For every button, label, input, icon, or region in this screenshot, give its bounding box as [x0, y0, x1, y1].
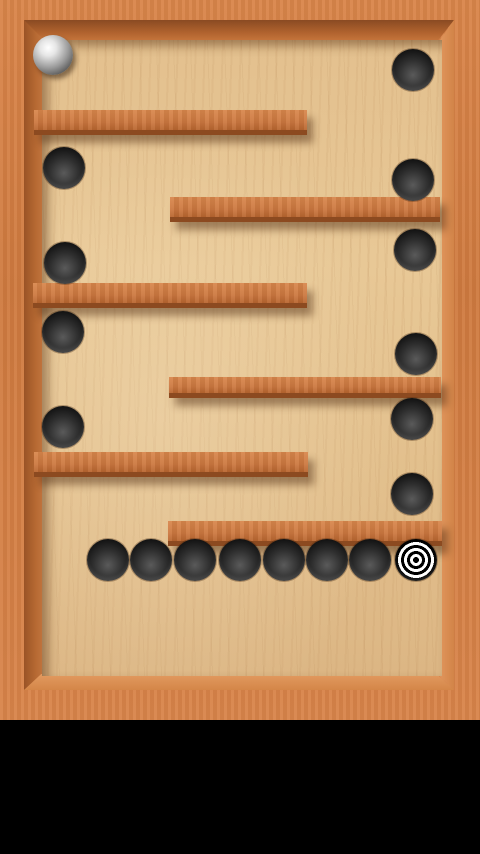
game-area[interactable] — [0, 0, 480, 720]
maze-wall — [34, 452, 308, 477]
hole — [394, 229, 436, 271]
hole — [174, 539, 216, 581]
frame-top-edge — [24, 20, 454, 42]
hole — [392, 49, 434, 91]
maze-board[interactable] — [33, 35, 442, 676]
hole — [130, 539, 172, 581]
hole — [42, 406, 84, 448]
maze-wall — [168, 521, 442, 546]
hole — [391, 473, 433, 515]
frame-bottom-edge — [24, 674, 454, 690]
maze-wall — [170, 197, 440, 222]
hole — [219, 539, 261, 581]
frame-right-edge — [440, 20, 454, 690]
hole — [43, 147, 85, 189]
maze-wall — [34, 110, 307, 135]
hole — [306, 539, 348, 581]
hole — [44, 242, 86, 284]
hole — [391, 398, 433, 440]
hole — [87, 539, 129, 581]
silver-ball[interactable] — [33, 35, 73, 75]
hole — [395, 333, 437, 375]
hole — [392, 159, 434, 201]
goal-hole — [395, 539, 437, 581]
maze-wall — [33, 283, 307, 308]
hole — [42, 311, 84, 353]
hole — [349, 539, 391, 581]
maze-wall — [169, 377, 441, 398]
bottom-black-area — [0, 720, 480, 854]
hole — [263, 539, 305, 581]
